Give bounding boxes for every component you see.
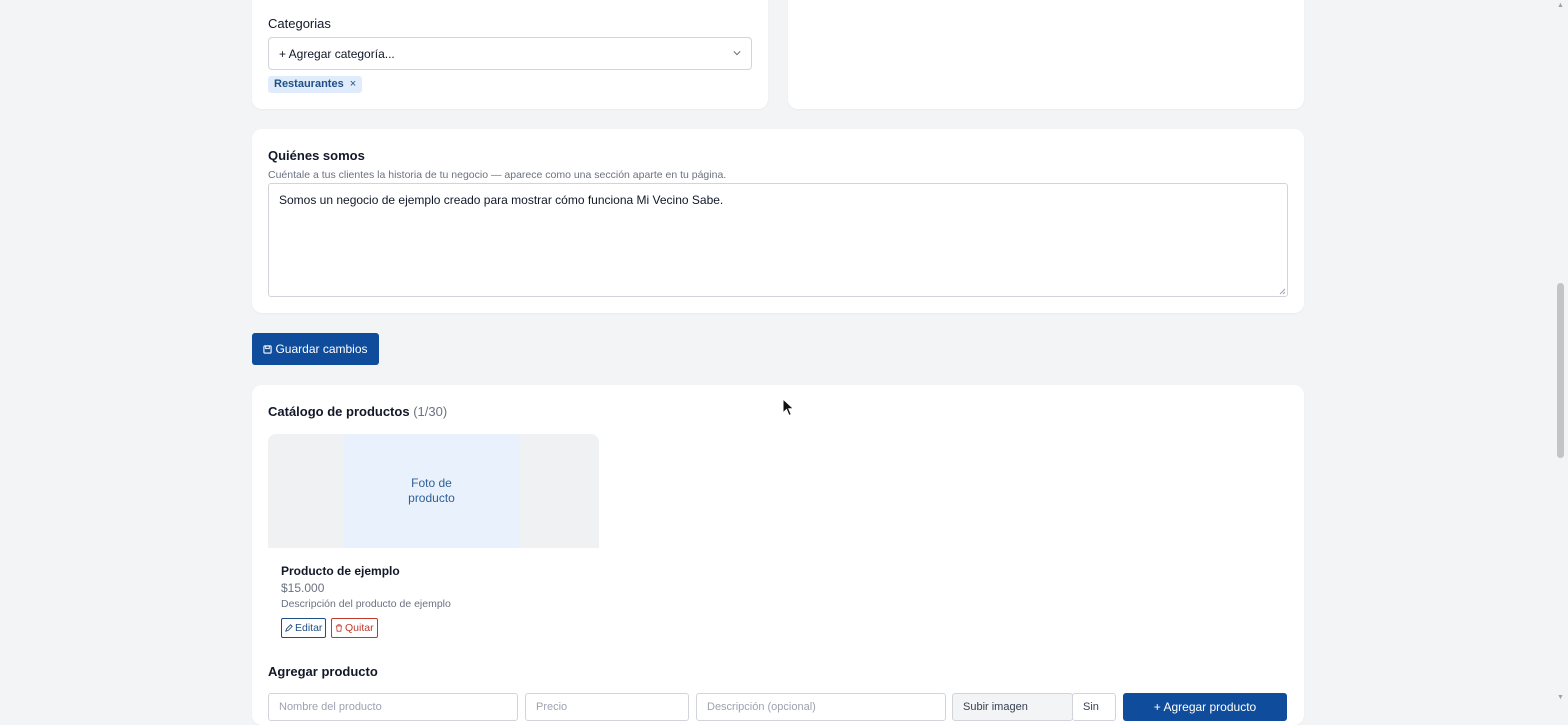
pencil-icon bbox=[285, 624, 293, 632]
mouse-cursor-icon bbox=[782, 398, 795, 417]
catalog-count: (1/30) bbox=[413, 404, 448, 419]
scroll-down-icon[interactable]: ▼ bbox=[1557, 694, 1564, 701]
product-price-input[interactable]: Precio bbox=[525, 693, 689, 721]
category-select[interactable]: + Agregar categoría... bbox=[268, 37, 752, 70]
save-icon bbox=[263, 344, 273, 354]
edit-product-button[interactable]: Editar bbox=[281, 618, 327, 638]
about-hint: Cuéntale a tus clientes la historia de t… bbox=[268, 169, 727, 181]
side-card bbox=[788, 0, 1304, 109]
edit-product-label: Editar bbox=[295, 622, 323, 634]
add-product-button-label: + Agregar producto bbox=[1153, 700, 1257, 714]
page-scrollbar[interactable]: ▲ ▼ bbox=[1553, 0, 1568, 706]
chevron-down-icon bbox=[733, 51, 741, 56]
add-product-title: Agregar producto bbox=[268, 664, 378, 679]
no-file-label: Sin bbox=[1072, 693, 1116, 721]
product-photo: Foto de producto bbox=[268, 434, 599, 548]
add-product-button[interactable]: + Agregar producto bbox=[1123, 693, 1287, 721]
category-chip-label: Restaurantes bbox=[274, 78, 344, 90]
category-chip: Restaurantes × bbox=[268, 76, 363, 93]
delete-product-label: Quitar bbox=[345, 622, 374, 634]
product-card: Foto de producto bbox=[268, 434, 599, 644]
about-textarea[interactable]: Somos un negocio de ejemplo creado para … bbox=[268, 183, 1288, 297]
product-description-input[interactable]: Descripción (opcional) bbox=[696, 693, 946, 721]
catalog-title: Catálogo de productos (1/30) bbox=[268, 404, 447, 419]
category-select-value: + Agregar categoría... bbox=[279, 47, 395, 61]
product-photo-placeholder: Foto de producto bbox=[344, 434, 519, 548]
scroll-up-icon[interactable]: ▲ bbox=[1557, 2, 1564, 9]
product-description: Descripción del producto de ejemplo bbox=[281, 598, 451, 610]
delete-product-button[interactable]: Quitar bbox=[331, 618, 378, 638]
scrollbar-thumb[interactable] bbox=[1557, 283, 1564, 458]
trash-icon bbox=[335, 624, 343, 632]
about-title: Quiénes somos bbox=[268, 148, 365, 163]
save-button[interactable]: Guardar cambios bbox=[252, 333, 379, 365]
remove-chip-icon[interactable]: × bbox=[350, 78, 356, 90]
upload-image-button[interactable]: Subir imagen bbox=[952, 693, 1073, 721]
categories-label: Categorias bbox=[268, 16, 331, 31]
catalog-title-text: Catálogo de productos bbox=[268, 404, 410, 419]
product-name: Producto de ejemplo bbox=[281, 564, 400, 578]
product-price: $15.000 bbox=[281, 581, 325, 595]
save-button-label: Guardar cambios bbox=[275, 342, 368, 356]
product-name-input[interactable]: Nombre del producto bbox=[268, 693, 518, 721]
resize-handle-icon[interactable] bbox=[1279, 288, 1286, 295]
